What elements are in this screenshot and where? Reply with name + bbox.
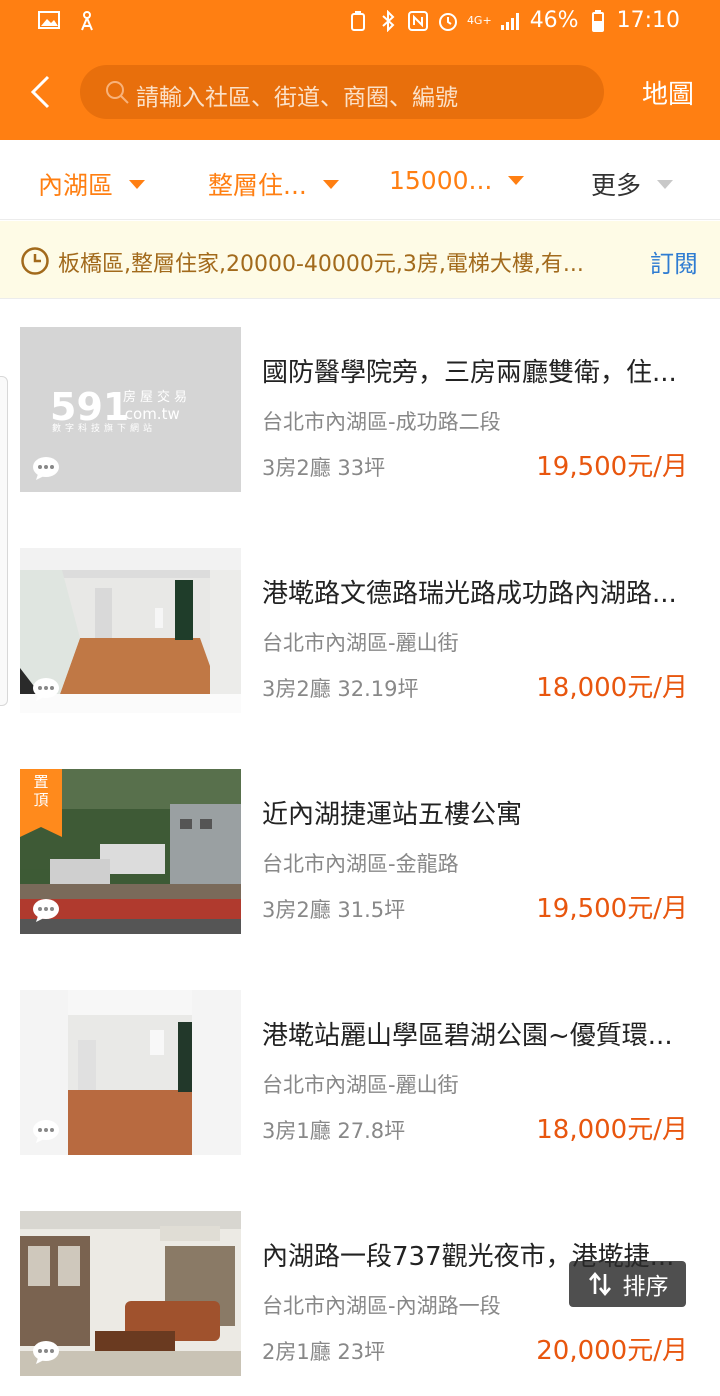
map-button[interactable]: 地圖	[642, 74, 694, 111]
logo-subtitle: 房屋交易	[123, 389, 191, 405]
listing-title: 港墘站麗山學區碧湖公園~優質環...	[262, 1021, 673, 1051]
saved-search-text: 板橋區,整層住家,20000-40000元,3房,電梯大樓,有...	[58, 252, 584, 277]
caret-down-icon	[657, 179, 674, 189]
saved-search-bar[interactable]: 板橋區,整層住家,20000-40000元,3房,電梯大樓,有... 訂閱	[0, 221, 720, 299]
logo-url: .com.tw	[120, 405, 180, 423]
battery-percent: 46%	[529, 8, 579, 33]
caret-down-icon	[508, 176, 525, 185]
listing-spec: 3房1廳 27.8坪	[262, 1119, 406, 1143]
filter-price[interactable]: 15000...	[389, 166, 525, 195]
listing-spec: 3房2廳 33坪	[262, 456, 386, 480]
listing-price: 19,500元/月	[536, 452, 688, 482]
caret-down-icon	[322, 179, 339, 189]
header: 請輸入社區、街道、商圈、編號 地圖	[0, 44, 720, 140]
listing-price: 19,500元/月	[536, 894, 688, 924]
listing-title: 近內湖捷運站五樓公寓	[262, 800, 523, 830]
listing-price: 18,000元/月	[536, 1115, 688, 1145]
nfc-icon	[407, 10, 429, 32]
bluetooth-icon	[377, 9, 399, 32]
back-button[interactable]	[18, 66, 62, 118]
search-input[interactable]: 請輸入社區、街道、商圈、編號	[80, 65, 604, 119]
listing-address: 台北市內湖區-麗山街	[262, 631, 459, 655]
listing-photo	[20, 990, 241, 1155]
listing-photo	[20, 548, 241, 713]
filter-type-label: 整層住...	[208, 171, 307, 200]
battery-saver-icon	[347, 10, 369, 32]
cell-signal-icon	[500, 10, 522, 32]
network-type: 4G+	[466, 14, 492, 27]
caret-down-icon	[129, 179, 146, 189]
comment-icon	[33, 457, 59, 480]
listing-address: 台北市內湖區-麗山街	[262, 1073, 459, 1097]
listing-item[interactable]: 591 房屋交易 .com.tw 數字科技旗下網站 國防醫學院旁，三房兩廳雙衛，…	[0, 299, 720, 519]
filter-district-label: 內湖區	[38, 171, 114, 200]
pinned-badge: 置頂	[20, 769, 62, 837]
listing-title: 國防醫學院旁，三房兩廳雙衛，住...	[262, 358, 677, 388]
listing-spec: 2房1廳 23坪	[262, 1340, 386, 1364]
listing-photo: 591 房屋交易 .com.tw 數字科技旗下網站	[20, 327, 241, 492]
comment-icon	[33, 899, 59, 922]
alarm-icon	[437, 10, 459, 32]
signal-tower-icon	[76, 9, 98, 31]
listing-title: 港墘路文德路瑞光路成功路內湖路...	[262, 579, 677, 609]
listing-price: 18,000元/月	[536, 673, 688, 703]
listing-spec: 3房2廳 32.19坪	[262, 677, 419, 701]
comment-icon	[33, 1341, 59, 1364]
listing-spec: 3房2廳 31.5坪	[262, 898, 406, 922]
listing-address: 台北市內湖區-成功路二段	[262, 410, 501, 434]
logo-tagline: 數字科技旗下網站	[52, 422, 156, 434]
battery-icon	[587, 9, 609, 32]
listing-item[interactable]: 港墘站麗山學區碧湖公園~優質環... 台北市內湖區-麗山街 3房1廳 27.8坪…	[0, 962, 720, 1182]
gallery-icon	[38, 9, 60, 31]
subscribe-button[interactable]: 訂閱	[650, 244, 698, 279]
chevron-left-icon	[30, 75, 50, 109]
listing-photo: 置頂	[20, 769, 241, 934]
filter-more-label: 更多	[591, 171, 642, 200]
listing-address: 台北市內湖區-內湖路一段	[262, 1294, 501, 1318]
filter-price-label: 15000...	[389, 166, 493, 195]
clock-time: 17:10	[616, 8, 680, 33]
listing-item[interactable]: 置頂 近內湖捷運站五樓公寓 台北市內湖區-金龍路 3房2廳 31.5坪 19,5…	[0, 741, 720, 961]
sort-arrows-icon	[588, 1271, 611, 1297]
filter-more[interactable]: 更多	[591, 166, 674, 202]
sort-button-label: 排序	[622, 1274, 669, 1300]
listing-address: 台北市內湖區-金龍路	[262, 852, 459, 876]
sort-button[interactable]: 排序	[569, 1261, 686, 1307]
logo-number: 591	[50, 385, 129, 429]
status-bar: 4G+ 46% 17:10	[0, 0, 720, 44]
clock-icon	[21, 247, 49, 275]
pinned-badge-label: 置頂	[33, 773, 49, 809]
filter-bar: 內湖區 整層住... 15000... 更多	[0, 140, 720, 220]
search-placeholder: 請輸入社區、街道、商圈、編號	[136, 85, 458, 111]
filter-type[interactable]: 整層住...	[208, 166, 339, 202]
listing-photo	[20, 1211, 241, 1376]
filter-district[interactable]: 內湖區	[38, 166, 146, 202]
comment-icon	[33, 1120, 59, 1143]
search-icon	[106, 81, 129, 104]
listing-price: 20,000元/月	[536, 1336, 688, 1366]
listing-item[interactable]: 港墘路文德路瑞光路成功路內湖路... 台北市內湖區-麗山街 3房2廳 32.19…	[0, 520, 720, 740]
comment-icon	[33, 678, 59, 701]
